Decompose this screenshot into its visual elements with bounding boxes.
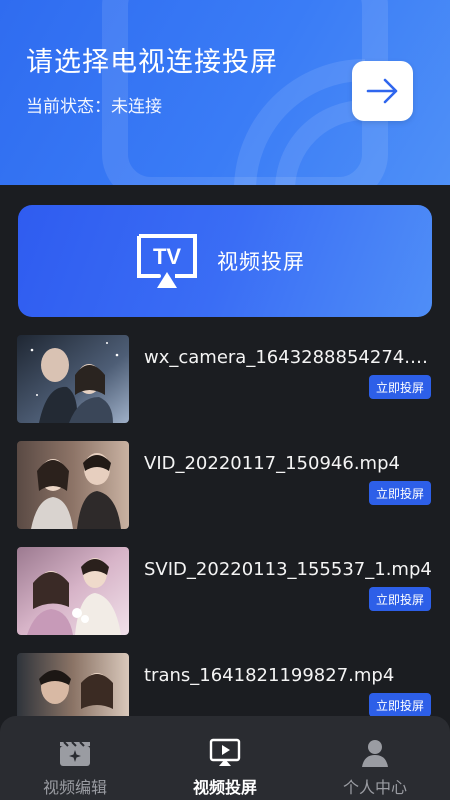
- page-title: 请选择电视连接投屏: [26, 47, 278, 78]
- connect-tv-button[interactable]: [352, 61, 413, 121]
- video-thumbnail: [17, 335, 129, 423]
- nav-item-profile[interactable]: 个人中心: [315, 738, 435, 798]
- header-banner: 请选择电视连接投屏 当前状态：未连接: [0, 0, 450, 185]
- user-icon: [362, 740, 388, 767]
- video-filename: wx_camera_1643288854274.mp4: [144, 347, 434, 368]
- video-filename: trans_1641821199827.mp4: [144, 665, 395, 686]
- bottom-nav: 视频编辑 视频投屏 个人中心: [0, 716, 450, 800]
- svg-text:TV: TV: [153, 244, 181, 269]
- cast-now-button[interactable]: 立即投屏: [369, 587, 431, 611]
- video-thumbnail: [17, 441, 129, 529]
- connection-status: 当前状态：未连接: [26, 97, 162, 117]
- nav-item-video-edit[interactable]: 视频编辑: [15, 738, 135, 798]
- video-filename: VID_20220117_150946.mp4: [144, 453, 400, 474]
- tv-cast-icon: TV: [137, 234, 197, 288]
- arrow-right-icon: [366, 78, 397, 104]
- nav-label: 视频编辑: [42, 778, 107, 797]
- video-edit-icon: [60, 741, 90, 766]
- video-thumbnail: [17, 547, 129, 635]
- screen-cast-icon: [209, 738, 241, 766]
- video-filename: SVID_20220113_155537_1.mp4: [144, 559, 432, 580]
- cast-now-button[interactable]: 立即投屏: [369, 375, 431, 399]
- cast-now-button[interactable]: 立即投屏: [369, 481, 431, 505]
- nav-label: 个人中心: [342, 778, 407, 797]
- nav-item-video-cast[interactable]: 视频投屏: [165, 738, 285, 798]
- cast-now-button[interactable]: 立即投屏: [369, 693, 431, 717]
- nav-label: 视频投屏: [192, 778, 257, 797]
- video-cast-button[interactable]: TV 视频投屏: [18, 205, 432, 317]
- video-list-item[interactable]: VID_20220117_150946.mp4 立即投屏: [17, 441, 437, 531]
- video-list-item[interactable]: SVID_20220113_155537_1.mp4 立即投屏: [17, 547, 437, 637]
- video-cast-label: 视频投屏: [217, 250, 305, 274]
- video-list-item[interactable]: wx_camera_1643288854274.mp4 立即投屏: [17, 335, 437, 425]
